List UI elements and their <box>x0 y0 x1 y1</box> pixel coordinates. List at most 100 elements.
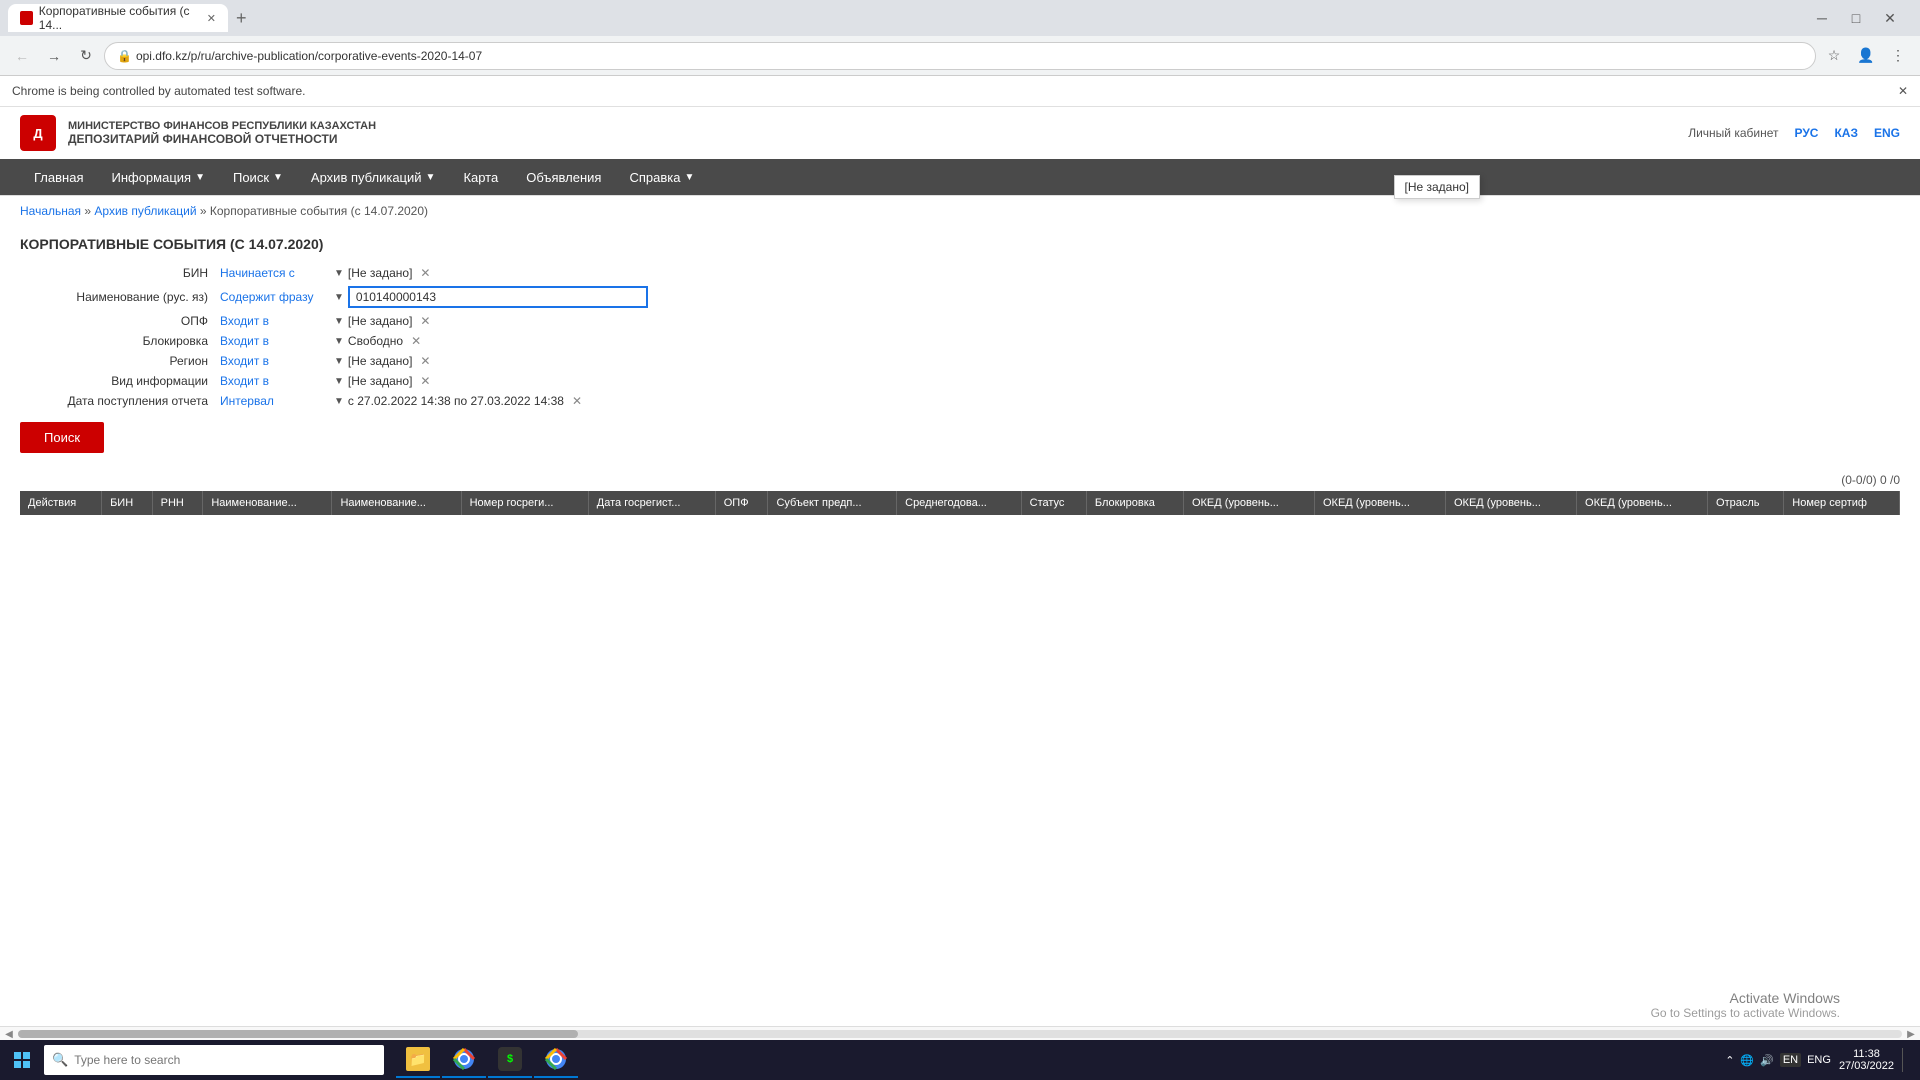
infotype-clear[interactable]: ✕ <box>420 374 430 388</box>
bin-clear[interactable]: ✕ <box>420 266 430 280</box>
infotype-arrow: ▼ <box>334 376 344 387</box>
name-condition[interactable]: Содержит фразу <box>220 290 330 304</box>
tab-bar: Корпоративные события (с 14... ✕ + ─ □ ✕ <box>0 0 1920 36</box>
scrollbar-area[interactable]: ◀ ▶ <box>0 1026 1920 1040</box>
lang-kaz[interactable]: КАЗ <box>1834 126 1858 140</box>
region-clear[interactable]: ✕ <box>420 354 430 368</box>
filter-row-block: Блокировка Входит в ▼ Свободно ✕ <box>20 334 1900 348</box>
col-industry: Отрасль <box>1708 491 1784 515</box>
address-bar[interactable]: 🔒 opi.dfo.kz/p/ru/archive-publication/co… <box>104 42 1816 70</box>
logo-top-text: МИНИСТЕРСТВО ФИНАНСОВ РЕСПУБЛИКИ КАЗАХСТ… <box>68 120 376 132</box>
col-oked1: ОКЕД (уровень... <box>1183 491 1314 515</box>
breadcrumb-archive[interactable]: Архив публикаций <box>94 204 196 218</box>
nav-home[interactable]: Главная <box>20 159 97 195</box>
taskbar-app-chrome2[interactable] <box>534 1042 578 1078</box>
block-label: Блокировка <box>20 334 220 348</box>
minimize-button[interactable]: ─ <box>1808 4 1836 32</box>
notification-bar: Chrome is being controlled by automated … <box>0 76 1920 107</box>
opf-clear[interactable]: ✕ <box>420 314 430 328</box>
col-oked4: ОКЕД (уровень... <box>1577 491 1708 515</box>
region-condition[interactable]: Входит в <box>220 354 330 368</box>
nav-help[interactable]: Справка ▼ <box>615 159 708 195</box>
taskbar-clock[interactable]: 11:38 27/03/2022 <box>1839 1048 1894 1072</box>
col-opf: ОПФ <box>715 491 768 515</box>
active-tab[interactable]: Корпоративные события (с 14... ✕ <box>8 4 228 32</box>
bin-label: БИН <box>20 266 220 280</box>
date-condition[interactable]: Интервал <box>220 394 330 408</box>
nav-info-arrow: ▼ <box>195 172 205 183</box>
site-header: Д МИНИСТЕРСТВО ФИНАНСОВ РЕСПУБЛИКИ КАЗАХ… <box>0 107 1920 196</box>
notification-close[interactable]: ✕ <box>1898 84 1908 98</box>
opf-arrow: ▼ <box>334 316 344 327</box>
back-button[interactable]: ← <box>8 42 36 70</box>
taskbar-app-chrome[interactable] <box>442 1042 486 1078</box>
website: Д МИНИСТЕРСТВО ФИНАНСОВ РЕСПУБЛИКИ КАЗАХ… <box>0 107 1920 525</box>
menu-button[interactable]: ⋮ <box>1884 42 1912 70</box>
table-header-row: Действия БИН РНН Наименование... Наимено… <box>20 491 1900 515</box>
table-pagination: (0-0/0) 0 /0 <box>20 469 1900 491</box>
col-actions: Действия <box>20 491 102 515</box>
taskbar-search[interactable]: 🔍 <box>44 1045 384 1075</box>
bookmark-button[interactable]: ☆ <box>1820 42 1848 70</box>
personal-cabinet-link[interactable]: Личный кабинет <box>1688 126 1778 140</box>
opf-condition[interactable]: Входит в <box>220 314 330 328</box>
nav-archive[interactable]: Архив публикаций ▼ <box>297 159 450 195</box>
taskbar-app-explorer[interactable]: 📁 <box>396 1042 440 1078</box>
name-input[interactable] <box>348 286 648 308</box>
infotype-value: [Не задано] <box>348 374 413 388</box>
close-window-button[interactable]: ✕ <box>1876 4 1904 32</box>
search-button[interactable]: Поиск <box>20 422 104 453</box>
table-container: (0-0/0) 0 /0 Действия БИН РНН Наименован… <box>20 469 1900 515</box>
profile-button[interactable]: 👤 <box>1852 42 1880 70</box>
name-arrow: ▼ <box>334 292 344 303</box>
pagination-current: 0 <box>1880 473 1887 487</box>
tab-favicon <box>20 11 33 25</box>
nav-search[interactable]: Поиск ▼ <box>219 159 297 195</box>
new-tab-button[interactable]: + <box>232 8 251 29</box>
reload-button[interactable]: ↻ <box>72 42 100 70</box>
clock-date: 27/03/2022 <box>1839 1060 1894 1072</box>
col-avg: Среднегодова... <box>897 491 1022 515</box>
infotype-condition[interactable]: Входит в <box>220 374 330 388</box>
start-button[interactable] <box>4 1042 40 1078</box>
opf-value-area: [Не задано] ✕ <box>348 314 431 328</box>
chrome-icon <box>452 1047 476 1071</box>
lang-rus[interactable]: РУС <box>1794 126 1818 140</box>
tooltip-text: [Не задано] <box>1405 180 1470 194</box>
scroll-left-btn[interactable]: ◀ <box>0 1027 18 1041</box>
activate-line1: Activate Windows <box>1651 990 1840 1006</box>
col-name-ru: Наименование... <box>203 491 332 515</box>
breadcrumb-home[interactable]: Начальная <box>20 204 81 218</box>
maximize-button[interactable]: □ <box>1842 4 1870 32</box>
bin-condition[interactable]: Начинается с <box>220 266 330 280</box>
block-clear[interactable]: ✕ <box>411 334 421 348</box>
col-status: Статус <box>1021 491 1086 515</box>
date-clear[interactable]: ✕ <box>572 394 582 408</box>
block-condition[interactable]: Входит в <box>220 334 330 348</box>
lang-eng[interactable]: ENG <box>1874 126 1900 140</box>
lang-indicator: ENG <box>1807 1054 1831 1066</box>
pagination-total: /0 <box>1890 473 1900 487</box>
taskbar-app-3[interactable]: $ <box>488 1042 532 1078</box>
clock-time: 11:38 <box>1839 1048 1894 1060</box>
chrome2-icon <box>544 1047 568 1071</box>
chevron-up-icon[interactable]: ⌃ <box>1725 1054 1734 1067</box>
scroll-right-btn[interactable]: ▶ <box>1902 1027 1920 1041</box>
nav-info[interactable]: Информация ▼ <box>97 159 219 195</box>
bin-value-area: [Не задано] ✕ <box>348 266 431 280</box>
region-value-area: [Не задано] ✕ <box>348 354 431 368</box>
col-name-kz: Наименование... <box>332 491 461 515</box>
search-input[interactable] <box>74 1053 376 1067</box>
scrollbar-thumb[interactable] <box>18 1030 578 1038</box>
opf-label: ОПФ <box>20 314 220 328</box>
col-reg-date: Дата госрегист... <box>588 491 715 515</box>
show-desktop-btn[interactable] <box>1902 1048 1908 1072</box>
nav-announcements[interactable]: Объявления <box>512 159 615 195</box>
page-content: КОРПОРАТИВНЫЕ СОБЫТИЯ (С 14.07.2020) БИН… <box>0 226 1920 525</box>
nav-map[interactable]: Карта <box>449 159 512 195</box>
logo-icon: Д <box>20 115 56 151</box>
browser-controls: ← → ↻ 🔒 opi.dfo.kz/p/ru/archive-publicat… <box>0 36 1920 76</box>
forward-button[interactable]: → <box>40 42 68 70</box>
tab-close-btn[interactable]: ✕ <box>207 12 216 25</box>
block-arrow: ▼ <box>334 336 344 347</box>
